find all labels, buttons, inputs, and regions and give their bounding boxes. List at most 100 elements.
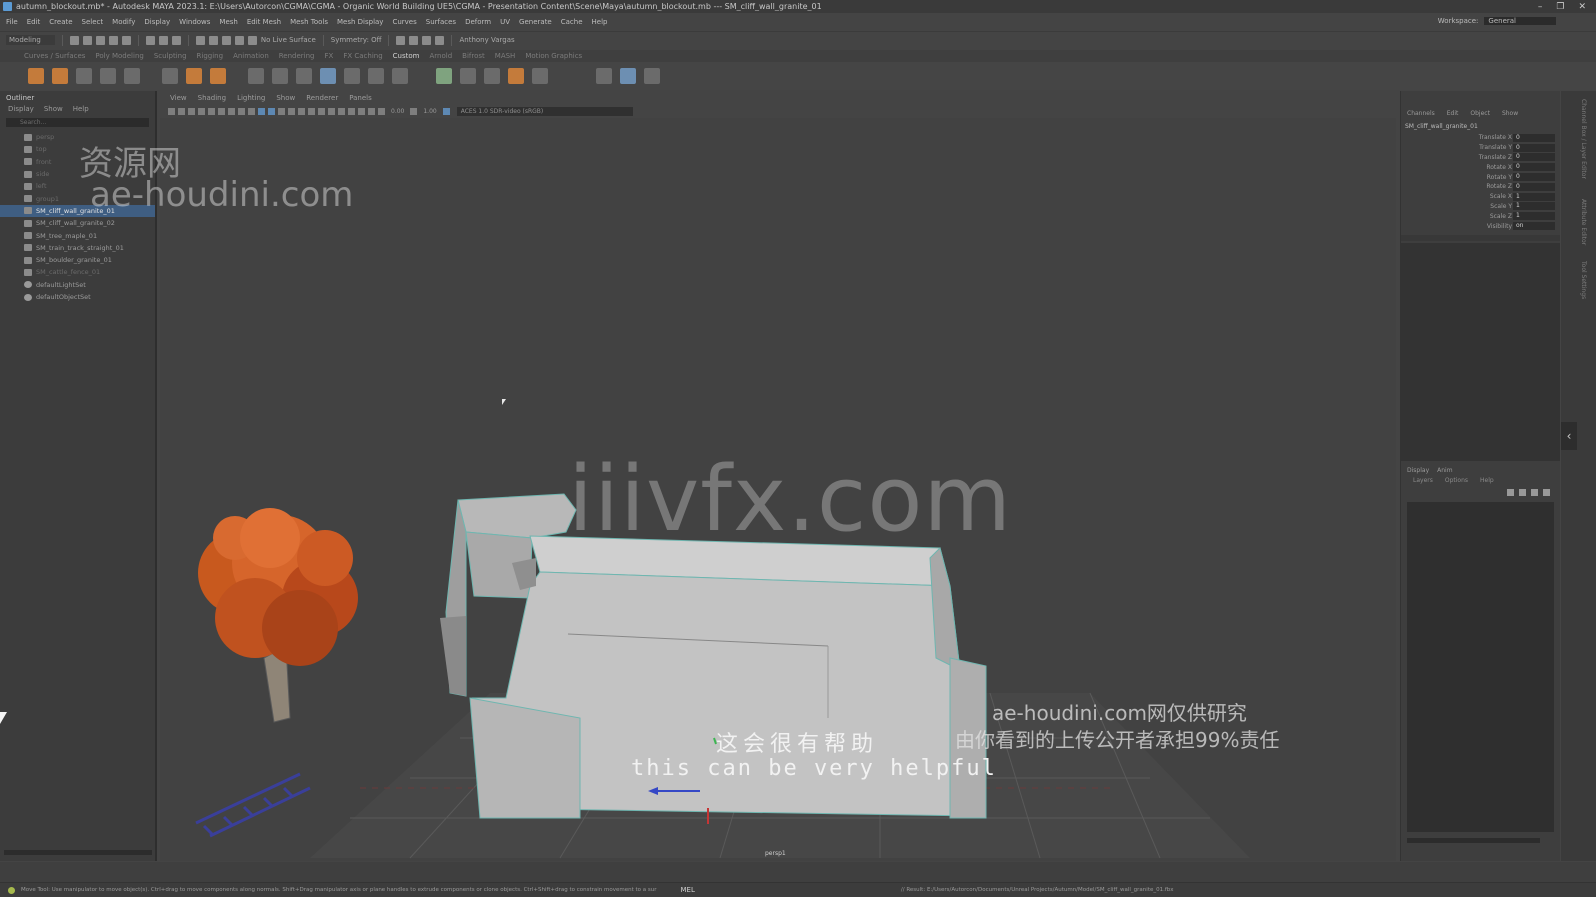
channel-box-tab-show[interactable]: Show <box>1502 110 1518 117</box>
menu-display[interactable]: Display <box>144 18 170 26</box>
viewport-menu-view[interactable]: View <box>170 94 187 104</box>
shelf-light-icon[interactable] <box>644 68 660 84</box>
shelf-tab-animation[interactable]: Animation <box>233 52 269 60</box>
shelf-tab-custom[interactable]: Custom <box>393 52 420 60</box>
lights-icon[interactable] <box>298 107 305 115</box>
gamma-icon[interactable] <box>410 107 418 115</box>
layer-menu-help[interactable]: Help <box>1480 477 1494 484</box>
maximize-button[interactable]: ❐ <box>1556 2 1564 12</box>
select-object-icon[interactable] <box>158 35 168 45</box>
user-account[interactable]: Anthony Vargas <box>459 36 514 44</box>
menu-cache[interactable]: Cache <box>561 18 583 26</box>
channel-box-tab-object[interactable]: Object <box>1470 110 1490 117</box>
textured-icon[interactable] <box>288 107 295 115</box>
menu-mesh-display[interactable]: Mesh Display <box>337 18 383 26</box>
outliner-item[interactable]: persp <box>0 131 155 143</box>
render-settings-icon[interactable] <box>422 35 432 45</box>
outliner-item[interactable]: SM_boulder_granite_01 <box>0 254 155 266</box>
shelf-merge-icon[interactable] <box>368 68 384 84</box>
redo-icon[interactable] <box>121 35 131 45</box>
shelf-tab-bifrost[interactable]: Bifrost <box>462 52 485 60</box>
snap-curve-icon[interactable] <box>208 35 218 45</box>
bookmark-icon[interactable] <box>178 107 185 115</box>
anti-aliasing-icon[interactable] <box>338 107 345 115</box>
channel-attribute-row[interactable]: Translate Y0 <box>1401 143 1560 153</box>
channel-attribute-value-field[interactable]: 0 <box>1513 133 1555 142</box>
new-layer-selected-icon[interactable] <box>1543 488 1550 496</box>
layer-move-up-icon[interactable] <box>1507 488 1514 496</box>
shelf-combine-icon[interactable] <box>320 68 336 84</box>
menu-modify[interactable]: Modify <box>112 18 135 26</box>
outliner-menu-help[interactable]: Help <box>73 105 89 113</box>
menu-help[interactable]: Help <box>592 18 608 26</box>
shelf-texture-icon[interactable] <box>210 68 226 84</box>
channel-attribute-value-field[interactable]: on <box>1513 222 1555 231</box>
ambient-occlusion-icon[interactable] <box>318 107 325 115</box>
menu-uv[interactable]: UV <box>500 18 510 26</box>
layer-tab-anim[interactable]: Anim <box>1437 467 1452 474</box>
wireframe-on-shaded-icon[interactable] <box>278 107 285 115</box>
channel-box-object-name[interactable]: SM_cliff_wall_granite_01 <box>1401 119 1560 133</box>
hypershade-icon[interactable] <box>435 35 445 45</box>
timeline-bar[interactable] <box>0 862 1596 882</box>
outliner-item[interactable]: left <box>0 180 155 192</box>
menu-set-dropdown[interactable]: Modeling <box>6 35 55 45</box>
exposure-icon[interactable] <box>378 107 385 115</box>
channel-box-scrollbar[interactable] <box>1407 837 1540 843</box>
tab-attribute-editor[interactable]: Attribute Editor <box>1580 199 1587 245</box>
shelf-tab-arnold[interactable]: Arnold <box>430 52 453 60</box>
safe-action-icon[interactable] <box>248 107 255 115</box>
camera-attributes-icon[interactable] <box>168 107 175 115</box>
undo-icon[interactable] <box>108 35 118 45</box>
shelf-camera-icon[interactable] <box>620 68 636 84</box>
shadows-icon[interactable] <box>308 107 315 115</box>
xray-joints-icon[interactable] <box>368 107 375 115</box>
channel-box-tab-edit[interactable]: Edit <box>1447 110 1459 117</box>
shelf-tab-poly-modeling[interactable]: Poly Modeling <box>95 52 143 60</box>
outliner-item[interactable]: side <box>0 168 155 180</box>
color-space-select[interactable]: ACES 1.0 SDR-video (sRGB) <box>456 106 634 116</box>
shelf-uv-icon[interactable] <box>162 68 178 84</box>
image-plane-icon[interactable] <box>188 107 195 115</box>
xray-icon[interactable] <box>358 107 365 115</box>
minimize-button[interactable]: – <box>1538 2 1543 12</box>
layer-move-down-icon[interactable] <box>1519 488 1526 496</box>
menu-mesh[interactable]: Mesh <box>219 18 237 26</box>
isolate-select-icon[interactable] <box>348 107 355 115</box>
snap-grid-icon[interactable] <box>195 35 205 45</box>
smooth-shade-icon[interactable] <box>268 107 275 115</box>
viewport-menu-panels[interactable]: Panels <box>349 94 372 104</box>
channel-attribute-row[interactable]: Visibility on <box>1401 221 1560 231</box>
menu-deform[interactable]: Deform <box>465 18 491 26</box>
snap-plane-icon[interactable] <box>234 35 244 45</box>
live-surface-label[interactable]: No Live Surface <box>261 36 316 44</box>
chevron-left-icon[interactable]: ‹ <box>1561 422 1577 450</box>
film-gate-icon[interactable] <box>208 107 215 115</box>
gamma-value[interactable]: 1.00 <box>423 108 436 115</box>
shelf-curve-icon[interactable] <box>596 68 612 84</box>
field-chart-icon[interactable] <box>238 107 245 115</box>
shelf-cut-icon[interactable] <box>272 68 288 84</box>
outliner-item[interactable]: defaultObjectSet <box>0 291 155 303</box>
workspace-select[interactable]: General <box>1484 17 1556 25</box>
channel-attribute-value-field[interactable]: 0 <box>1513 163 1555 172</box>
snap-point-icon[interactable] <box>221 35 231 45</box>
shelf-material-icon[interactable] <box>186 68 202 84</box>
motion-blur-icon[interactable] <box>328 107 335 115</box>
menu-select[interactable]: Select <box>82 18 104 26</box>
shelf-tab-rendering[interactable]: Rendering <box>279 52 315 60</box>
viewport-menu-renderer[interactable]: Renderer <box>306 94 338 104</box>
channel-attribute-row[interactable]: Rotate Y0 <box>1401 172 1560 182</box>
menu-file[interactable]: File <box>6 18 18 26</box>
shelf-tab-fx[interactable]: FX <box>325 52 334 60</box>
outliner-item[interactable]: front <box>0 156 155 168</box>
shelf-export-icon[interactable] <box>124 68 140 84</box>
shelf-freeze-icon[interactable] <box>52 68 68 84</box>
outliner-item[interactable]: SM_cattle_fence_01 <box>0 266 155 278</box>
shelf-smooth-icon[interactable] <box>460 68 476 84</box>
render-frame-icon[interactable] <box>396 35 406 45</box>
channel-box-tab-channels[interactable]: Channels <box>1407 110 1435 117</box>
channel-attribute-row[interactable]: Scale Y1 <box>1401 202 1560 212</box>
exposure-value[interactable]: 0.00 <box>391 108 404 115</box>
outliner-menu-show[interactable]: Show <box>44 105 63 113</box>
